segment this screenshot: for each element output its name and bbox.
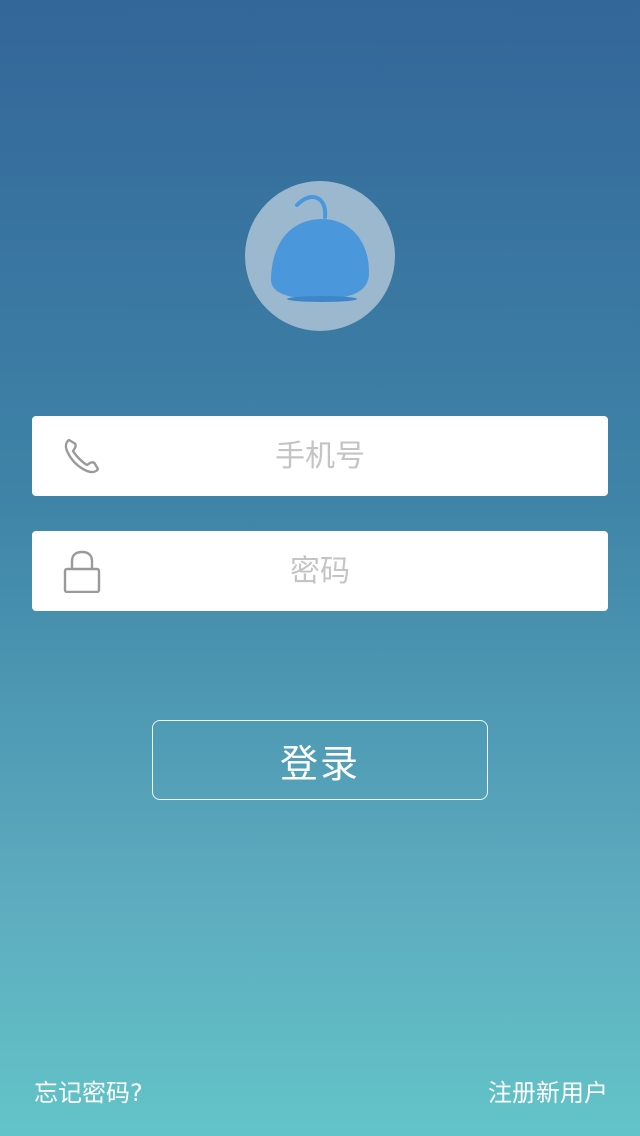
register-link[interactable]: 注册新用户 (488, 1073, 608, 1113)
lock-icon (60, 549, 104, 593)
password-field[interactable] (32, 531, 608, 611)
bird-mascot-icon (270, 195, 369, 302)
forgot-password-link[interactable]: 忘记密码? (34, 1073, 143, 1113)
login-button[interactable]: 登录 (152, 720, 488, 800)
phone-input[interactable] (122, 416, 518, 496)
phone-icon (60, 434, 104, 478)
avatar (245, 181, 395, 331)
phone-field[interactable] (32, 416, 608, 496)
password-input[interactable] (122, 531, 518, 611)
